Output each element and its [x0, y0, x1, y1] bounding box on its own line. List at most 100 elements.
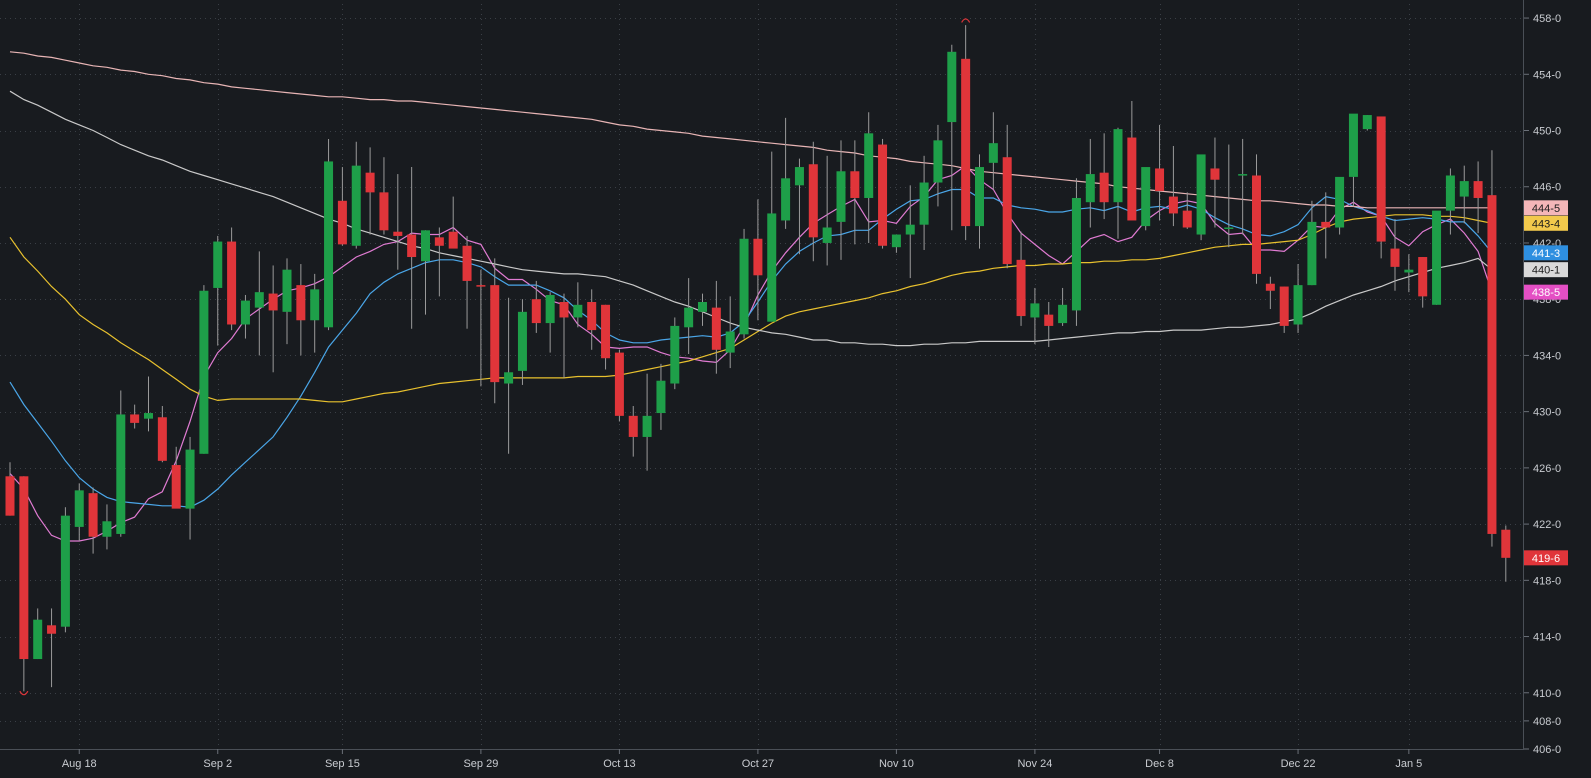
price-tag: 440-1 [1524, 262, 1568, 278]
y-tick-label: 414-0 [1533, 632, 1561, 644]
candle-body [1058, 304, 1068, 324]
candle-body [1141, 167, 1151, 227]
candle-body [462, 245, 472, 281]
candle [1487, 150, 1497, 547]
x-tick-label: Dec 8 [1145, 758, 1174, 770]
candle-body [781, 178, 791, 221]
candle-body [1196, 154, 1206, 235]
candle-body [822, 227, 832, 243]
y-tick-label: 454-0 [1533, 69, 1561, 81]
price-tag-label: 443-4 [1532, 218, 1560, 230]
candle-body [725, 331, 735, 353]
candle-body [227, 241, 237, 325]
candle-body [601, 304, 611, 359]
candle-body [684, 307, 694, 328]
candle-body [1404, 269, 1414, 273]
price-tag: 444-5 [1524, 200, 1568, 216]
candle-body [1445, 175, 1455, 211]
candle-body [365, 172, 375, 193]
candle [1432, 210, 1442, 305]
candle [227, 227, 237, 331]
candle-body [1155, 168, 1165, 191]
candle-body [213, 241, 223, 288]
candle [1362, 115, 1372, 131]
candle-body [102, 521, 112, 537]
candle-body [711, 307, 721, 350]
candle-body [1390, 248, 1400, 267]
candle-body [1182, 210, 1192, 228]
candle-body [1307, 221, 1317, 286]
candle-body [185, 449, 195, 509]
candle-body [1265, 283, 1275, 291]
candle-body [531, 299, 541, 324]
price-tag: 441-3 [1524, 245, 1568, 261]
candle-body [642, 415, 652, 437]
candle-body [1376, 116, 1386, 242]
candle-body [5, 476, 15, 516]
candle-body [476, 285, 486, 287]
candle-body [393, 231, 403, 236]
candle-body [1071, 197, 1081, 311]
candle [614, 349, 624, 422]
y-tick-label: 406-0 [1533, 744, 1561, 756]
candle-body [1279, 286, 1289, 326]
candle-body [74, 490, 84, 527]
candle [878, 138, 888, 249]
candle-body [1473, 181, 1483, 198]
candle-body [407, 234, 417, 258]
candle-body [656, 380, 666, 414]
candle-body [1168, 196, 1178, 214]
y-tick-label: 458-0 [1533, 13, 1561, 25]
candle-body [351, 165, 361, 246]
candle-body [1321, 221, 1331, 228]
price-tag-label: 419-6 [1532, 553, 1560, 565]
price-tag-label: 441-3 [1532, 248, 1560, 260]
candle-body [379, 192, 389, 231]
candle-body [171, 465, 181, 509]
candle [1335, 176, 1345, 235]
price-tag: 438-5 [1524, 284, 1568, 300]
candle-body [1501, 529, 1511, 558]
candle-body [545, 294, 555, 324]
candle-body [1362, 115, 1372, 130]
y-tick-label: 418-0 [1533, 575, 1561, 587]
candle-body [1030, 303, 1040, 318]
candle-body [1113, 129, 1123, 203]
candle-body [1210, 168, 1220, 180]
candle-body [947, 51, 957, 123]
candle-body [1099, 172, 1109, 203]
candle-body [836, 171, 846, 222]
candle-body [88, 493, 98, 537]
candle-body [753, 238, 763, 276]
candle-body [19, 476, 29, 660]
candle-body [421, 230, 430, 262]
candle-body [1459, 181, 1469, 197]
x-tick-label: Sep 2 [203, 758, 232, 770]
candle-body [1432, 210, 1442, 305]
candle-body [199, 290, 209, 454]
candle-body [1293, 285, 1303, 325]
candle [1376, 116, 1386, 259]
y-tick-label: 408-0 [1533, 716, 1561, 728]
candle-body [517, 311, 527, 371]
y-tick-label: 422-0 [1533, 519, 1561, 531]
y-tick-label: 446-0 [1533, 182, 1561, 194]
candle-body [490, 285, 500, 383]
x-tick-label: Oct 13 [603, 758, 635, 770]
x-tick-label: Sep 15 [325, 758, 360, 770]
candle-body [296, 285, 306, 321]
candle-body [1238, 174, 1248, 176]
candle-body [240, 300, 250, 325]
candle-body [1044, 314, 1054, 326]
candle-body [891, 234, 901, 248]
candle-body [268, 293, 278, 311]
candle [739, 228, 749, 339]
candle [199, 285, 209, 454]
price-tag-label: 438-5 [1532, 287, 1560, 299]
candle-body [961, 58, 971, 227]
candle-body [1085, 174, 1095, 203]
candle-body [614, 352, 624, 416]
price-tag: 419-6 [1524, 550, 1568, 566]
price-chart[interactable]: 406-0 408-0 410-0 414-0 418-0 422-0 426-0 430-0… [0, 0, 1591, 778]
candle-body [988, 143, 998, 163]
